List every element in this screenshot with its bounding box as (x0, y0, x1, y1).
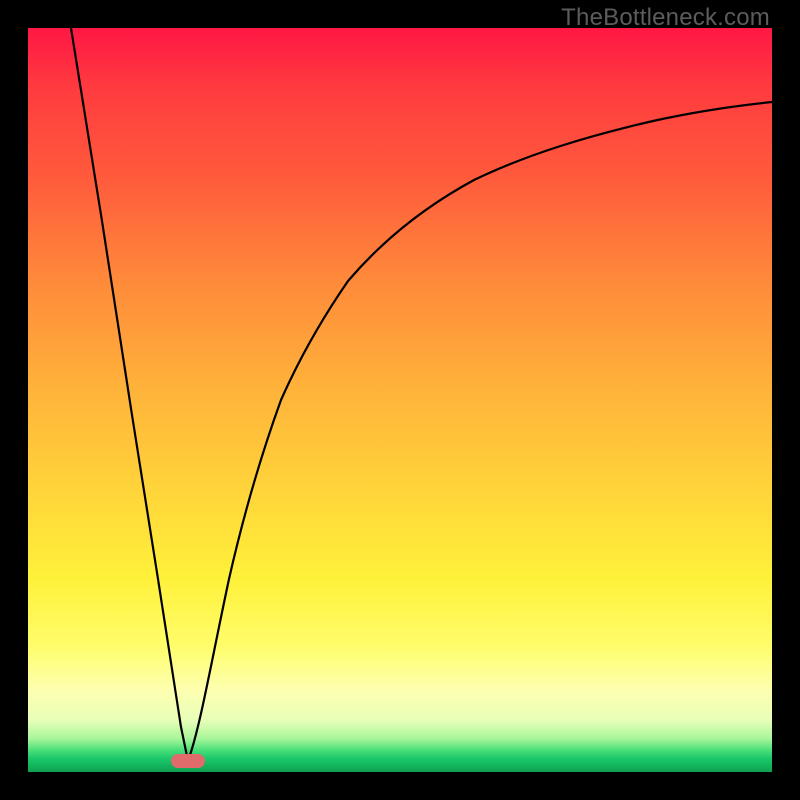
watermark-text: TheBottleneck.com (561, 4, 770, 32)
bottleneck-curve (28, 28, 772, 772)
minimum-marker (171, 754, 205, 768)
plot-area (28, 28, 772, 772)
chart-frame: TheBottleneck.com (0, 0, 800, 800)
